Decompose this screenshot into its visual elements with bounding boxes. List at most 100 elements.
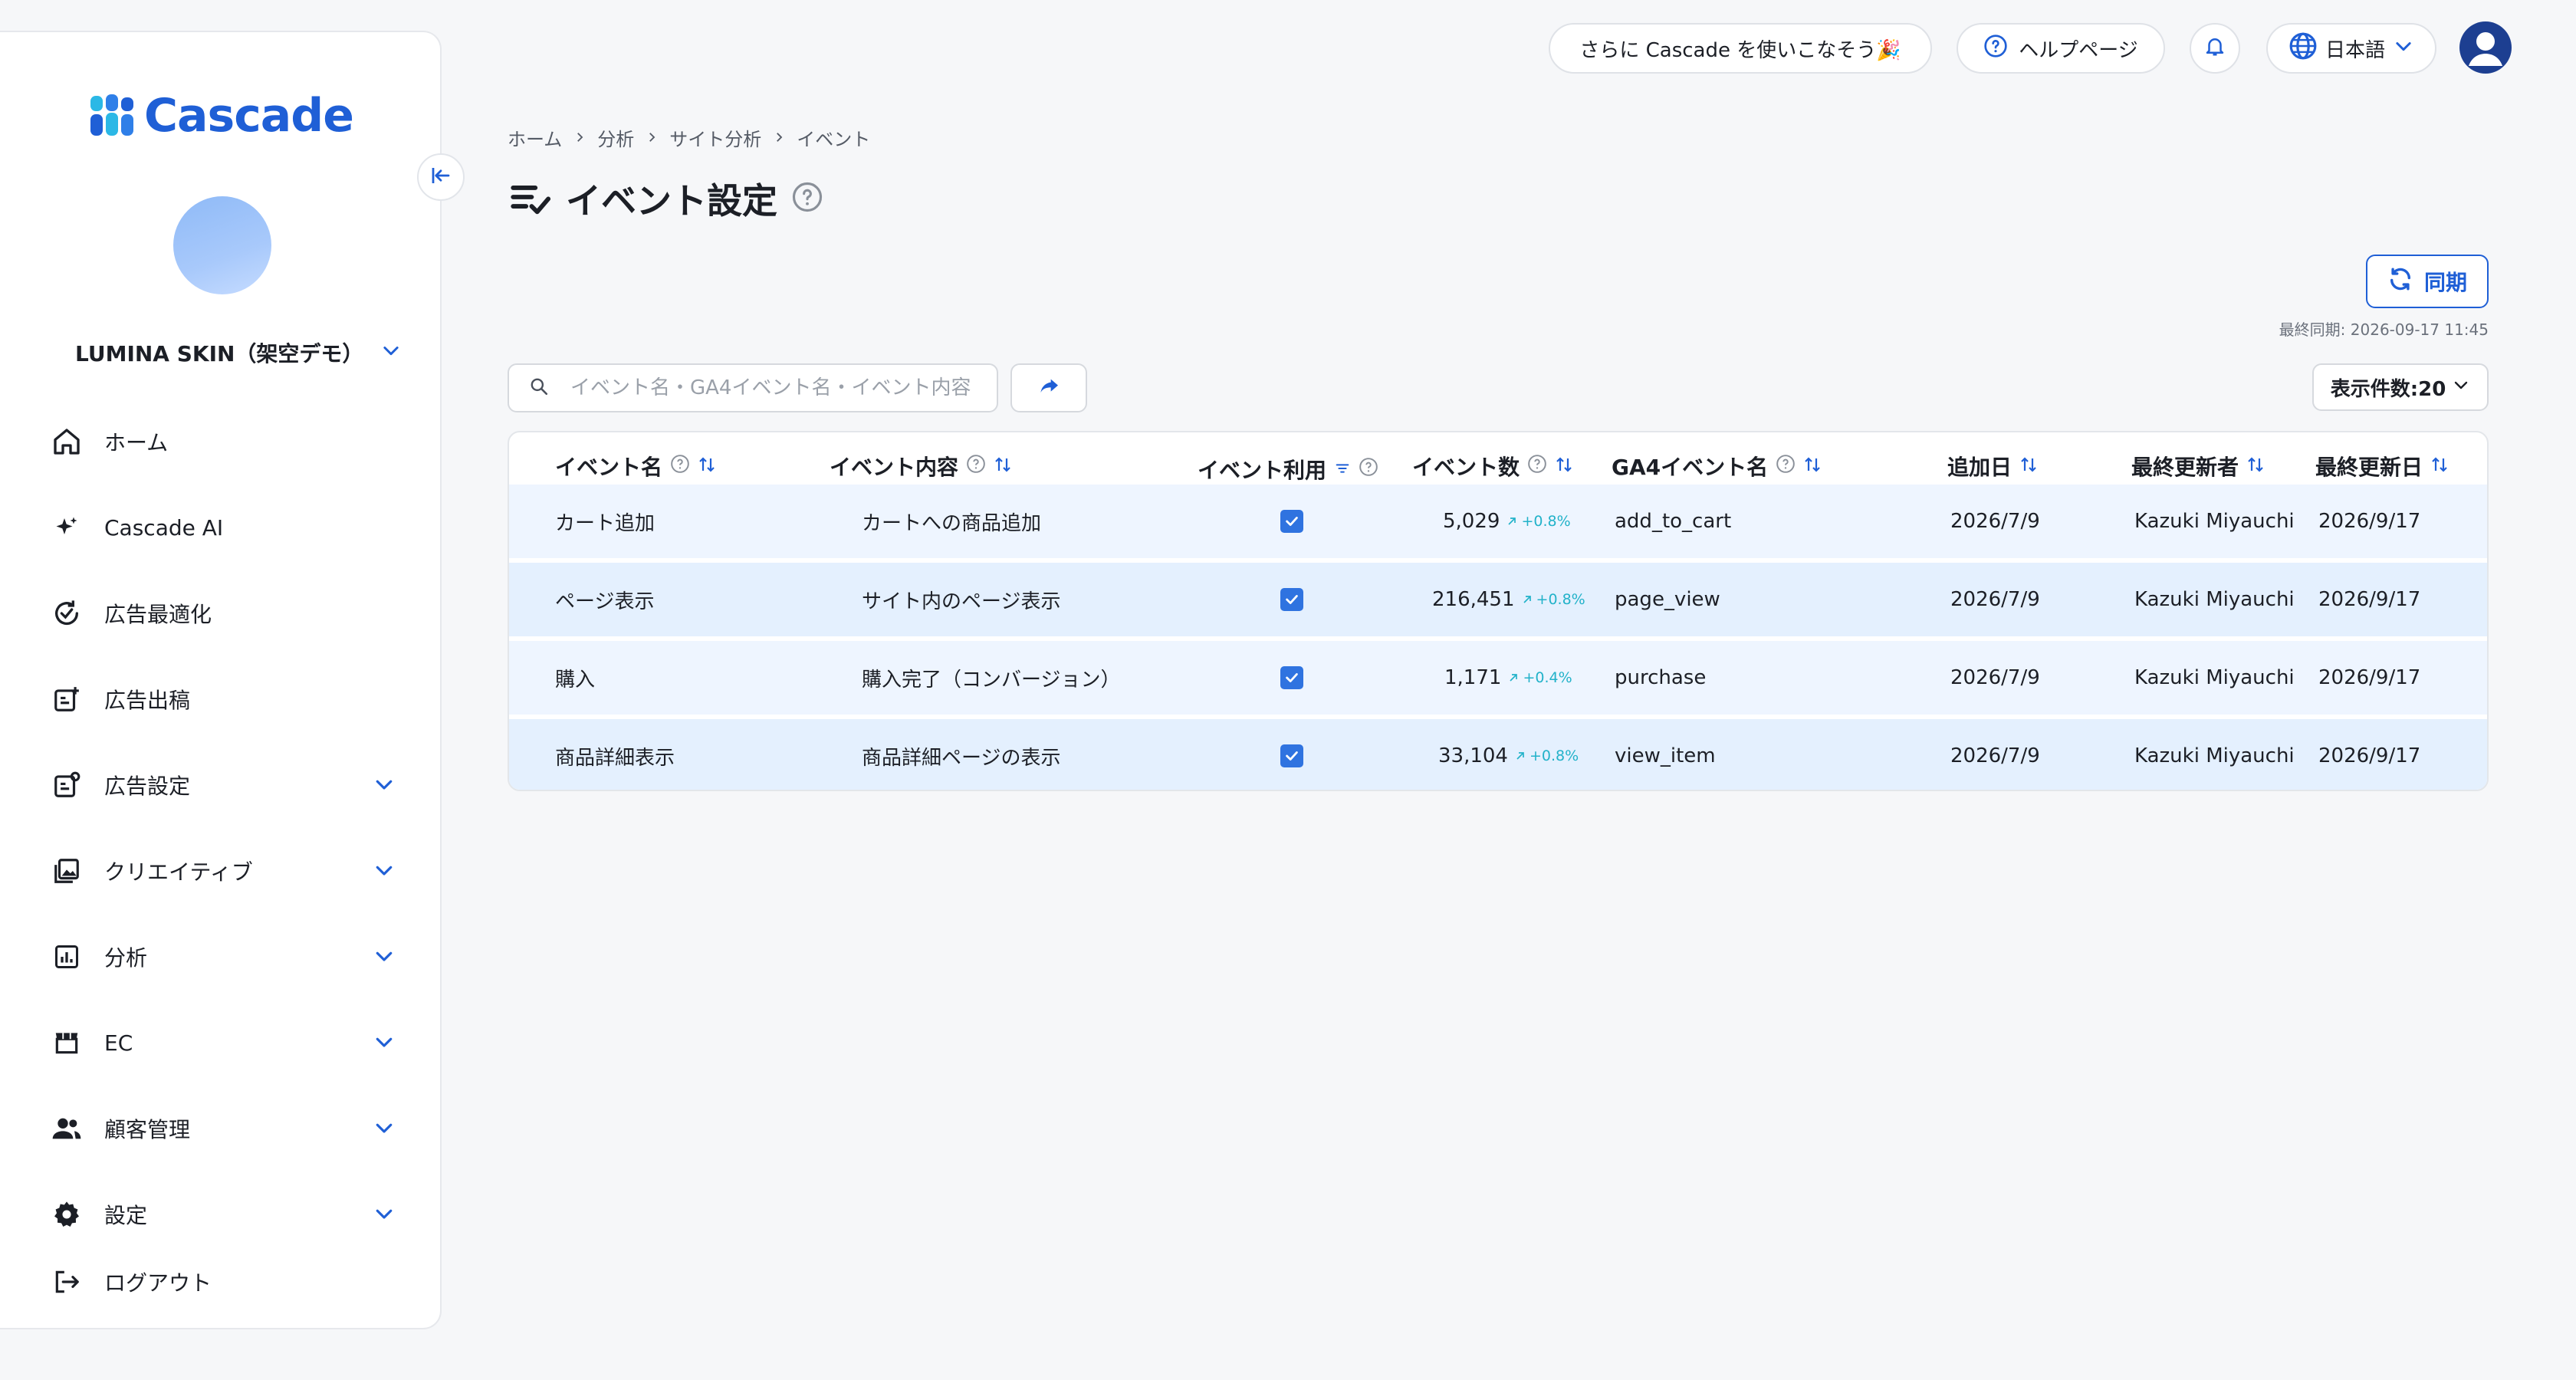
image-icon <box>51 855 83 887</box>
event-usage-checkbox[interactable] <box>1280 563 1303 636</box>
chevron-right-icon <box>645 127 659 149</box>
user-icon <box>2469 32 2502 66</box>
account-name: LUMINA SKIN（架空デモ） <box>75 341 364 366</box>
checkbox-checked-icon <box>1280 510 1303 533</box>
checkbox-checked-icon <box>1280 588 1303 611</box>
column-header-label: 追加日 <box>1947 455 2013 480</box>
sidebar-item-ad-settings[interactable]: 広告設定 <box>51 762 396 808</box>
column-header-last-updated[interactable]: 最終更新日 <box>2315 443 2449 489</box>
help-circle-icon <box>670 454 690 479</box>
sidebar-item-home[interactable]: ホーム <box>51 419 396 465</box>
search-box <box>508 363 998 412</box>
checkbox-checked-icon <box>1280 744 1303 767</box>
sidebar-item-creative[interactable]: クリエイティブ <box>51 848 396 894</box>
sidebar-item-settings[interactable]: 設定 <box>51 1191 396 1237</box>
account-avatar <box>173 196 271 294</box>
added-date-cell: 2026/7/9 <box>1950 588 2040 611</box>
column-header-event-name[interactable]: イベント名 <box>555 443 716 489</box>
column-header-ga4-event-name[interactable]: GA4イベント名 <box>1612 443 1822 489</box>
sparkle-icon <box>51 511 83 544</box>
breadcrumb-item[interactable]: サイト分析 <box>669 124 761 151</box>
event-count-value: 216,451 <box>1432 588 1515 611</box>
sort-icon[interactable] <box>1555 454 1573 479</box>
promo-label: さらに Cascade を使いこなそう🎉 <box>1579 38 1901 62</box>
sidebar-item-label: 広告最適化 <box>104 602 212 627</box>
home-icon <box>51 426 83 458</box>
breadcrumb-item[interactable]: 分析 <box>597 124 634 151</box>
page-header: イベント設定 <box>508 173 823 224</box>
chevron-down-icon <box>373 773 396 801</box>
table-row[interactable]: 商品詳細表示 商品詳細ページの表示 33,104 +0.8% view_item … <box>509 719 2487 790</box>
help-circle-icon[interactable] <box>791 181 823 216</box>
chart-icon <box>51 941 83 973</box>
page-size-select[interactable]: 表示件数:20 <box>2312 363 2489 411</box>
language-selector[interactable]: 日本語 <box>2266 23 2436 74</box>
sidebar-item-ad-posting[interactable]: 広告出稿 <box>51 676 396 722</box>
event-name-cell: 商品詳細表示 <box>555 746 675 770</box>
notifications-button[interactable] <box>2190 23 2240 74</box>
sidebar-item-label: 広告設定 <box>104 774 191 799</box>
sort-icon[interactable] <box>994 454 1012 479</box>
sync-button[interactable]: 同期 <box>2366 255 2489 308</box>
cascade-logo[interactable]: Cascade <box>89 89 354 143</box>
account-switcher[interactable]: LUMINA SKIN（架空デモ） <box>75 337 402 368</box>
event-count-value: 1,171 <box>1444 666 1502 689</box>
column-header-event-content[interactable]: イベント内容 <box>830 443 1012 489</box>
last-sync-timestamp: 最終同期: 2026-09-17 11:45 <box>2279 320 2489 339</box>
column-header-added-date[interactable]: 追加日 <box>1947 443 2038 489</box>
last-updated-cell: 2026/9/17 <box>2318 666 2421 689</box>
sidebar-collapse-button[interactable] <box>417 153 465 201</box>
event-count-cell: 216,451 +0.8% <box>1432 563 1585 636</box>
sidebar-item-customers[interactable]: 顧客管理 <box>51 1106 396 1152</box>
search-icon <box>529 376 549 399</box>
breadcrumb-item-current: イベント <box>797 129 871 150</box>
sidebar-item-label: 広告出稿 <box>104 688 191 713</box>
help-label: ヘルプページ <box>2019 38 2138 62</box>
added-date-cell: 2026/7/9 <box>1950 510 2040 533</box>
column-header-last-updater[interactable]: 最終更新者 <box>2131 443 2265 489</box>
table-row[interactable]: 購入 購入完了（コンバージョン） 1,171 +0.4% purchase 202… <box>509 641 2487 715</box>
checkbox-checked-icon <box>1280 666 1303 689</box>
logo-text: Cascade <box>144 89 354 143</box>
chevron-down-icon <box>373 1116 396 1145</box>
chevron-down-icon <box>373 1202 396 1230</box>
sort-icon[interactable] <box>1803 454 1822 479</box>
breadcrumb-item[interactable]: ホーム <box>508 124 562 151</box>
user-avatar[interactable] <box>2459 21 2512 74</box>
event-content-cell: サイト内のページ表示 <box>862 590 1061 613</box>
sidebar-item-label: 分析 <box>104 945 148 971</box>
promo-button[interactable]: さらに Cascade を使いこなそう🎉 <box>1549 23 1932 74</box>
table-row[interactable]: ページ表示 サイト内のページ表示 216,451 +0.8% page_view … <box>509 563 2487 636</box>
chevron-down-icon <box>2393 35 2414 62</box>
sidebar-item-ad-optimization[interactable]: 広告最適化 <box>51 590 396 636</box>
event-usage-checkbox[interactable] <box>1280 485 1303 558</box>
table-row[interactable]: カート追加 カートへの商品追加 5,029 +0.8% add_to_cart 2… <box>509 485 2487 558</box>
sidebar-item-ec[interactable]: EC <box>51 1020 396 1066</box>
sort-icon[interactable] <box>2246 454 2265 479</box>
share-button[interactable] <box>1010 363 1087 412</box>
last-updater-cell: Kazuki Miyauchi <box>2134 510 2295 533</box>
chevron-down-icon <box>373 945 396 973</box>
gear-icon <box>51 1198 83 1230</box>
last-updated-cell: 2026/9/17 <box>2318 588 2421 611</box>
sidebar-item-analytics[interactable]: 分析 <box>51 934 396 980</box>
sort-icon[interactable] <box>2430 454 2449 479</box>
event-usage-checkbox[interactable] <box>1280 641 1303 715</box>
sort-icon[interactable] <box>698 454 716 479</box>
help-button[interactable]: ヘルプページ <box>1957 23 2165 74</box>
events-table: イベント名 イベント内容 イベント利用 イベント数 GA4イベント名 追加日 最… <box>508 431 2489 791</box>
added-date-cell: 2026/7/9 <box>1950 744 2040 767</box>
event-usage-checkbox[interactable] <box>1280 719 1303 790</box>
trend-value: +0.4% <box>1523 669 1572 686</box>
sidebar-item-cascade-ai[interactable]: Cascade AI <box>51 504 396 550</box>
sort-icon[interactable] <box>2019 454 2038 479</box>
sidebar-item-logout[interactable]: ログアウト <box>51 1259 396 1305</box>
event-count-cell: 5,029 +0.8% <box>1443 485 1571 558</box>
breadcrumb: ホーム 分析 サイト分析 イベント <box>508 124 870 151</box>
filter-icon[interactable] <box>1334 457 1351 482</box>
search-input[interactable] <box>570 376 984 399</box>
column-header-event-count[interactable]: イベント数 <box>1412 443 1573 489</box>
event-count-cell: 33,104 +0.8% <box>1438 719 1579 790</box>
last-updated-cell: 2026/9/17 <box>2318 744 2421 767</box>
sidebar-item-label: EC <box>104 1030 133 1056</box>
